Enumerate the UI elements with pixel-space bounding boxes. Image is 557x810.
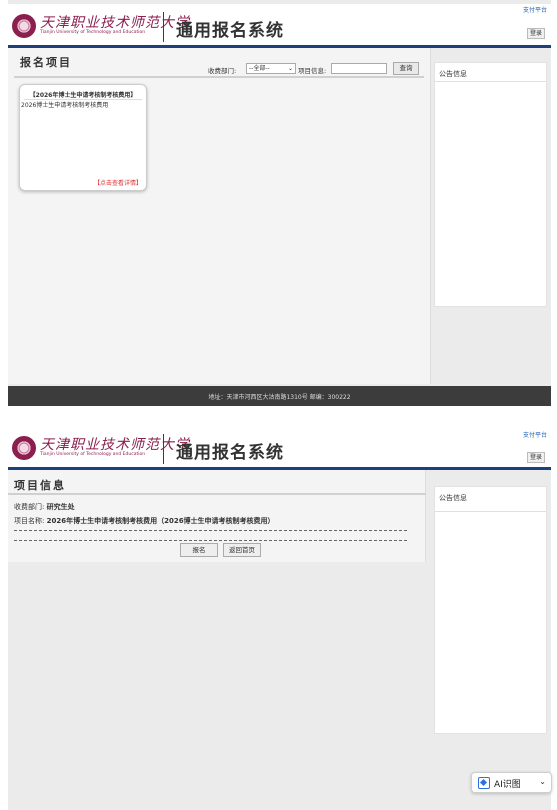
detail-page-header: 天津职业技术师范大学 Tianjin University of Technol… bbox=[8, 426, 551, 470]
logo-divider bbox=[163, 12, 164, 42]
detail-notice-title: 公告信息 bbox=[439, 494, 467, 502]
list-page-header: 天津职业技术师范大学 Tianjin University of Technol… bbox=[8, 4, 551, 48]
detail-section-title: 项目信息 bbox=[14, 479, 66, 492]
dashed-divider-top bbox=[14, 530, 407, 531]
payment-platform-link-2[interactable]: 支付平台 bbox=[523, 430, 547, 439]
detail-notice-rule bbox=[435, 511, 546, 512]
ai-scan-icon bbox=[478, 777, 490, 789]
university-seal-icon bbox=[12, 436, 36, 460]
logo-english-name: Tianjin University of Technology and Edu… bbox=[40, 30, 146, 35]
project-card-title: 【2026年博士生申请考核制考核费用】 bbox=[29, 92, 137, 99]
list-notice-rule bbox=[435, 81, 546, 82]
logo-english-name: Tianjin University of Technology and Edu… bbox=[40, 452, 146, 457]
system-title-2: 通用报名系统 bbox=[176, 443, 284, 463]
dashed-divider-bottom bbox=[14, 540, 407, 541]
logo-chinese-name: 天津职业技术师范大学 bbox=[40, 15, 190, 31]
department-label: 收费部门: bbox=[208, 67, 237, 75]
item-info-input[interactable] bbox=[331, 63, 387, 74]
register-button[interactable]: 报名 bbox=[180, 543, 218, 557]
detail-department-label: 收费部门: bbox=[14, 503, 45, 511]
footer-address: 地址：天津市河西区大沽南路1310号 邮编：300222 bbox=[208, 394, 351, 401]
logo-chinese-name: 天津职业技术师范大学 bbox=[40, 437, 190, 453]
chevron-down-icon[interactable]: ⌄ bbox=[539, 777, 546, 786]
detail-department-value: 研究生处 bbox=[46, 503, 75, 511]
login-button[interactable]: 登录 bbox=[527, 28, 545, 39]
university-logo[interactable]: 天津职业技术师范大学 Tianjin University of Technol… bbox=[12, 12, 189, 42]
ai-button-label: AI识图 bbox=[494, 780, 521, 790]
detail-notice-panel: 公告信息 bbox=[434, 486, 547, 734]
project-card-description: 2026博士生申请考核制考核费用 bbox=[21, 102, 109, 109]
item-name-info: 项目名称: 2026年博士生申请考核制考核费用（2026博士生申请考核制考核费用… bbox=[14, 516, 275, 526]
university-seal-icon bbox=[12, 14, 36, 38]
department-select[interactable]: --全部-- ⌄ bbox=[246, 63, 296, 74]
back-home-button[interactable]: 返回首页 bbox=[223, 543, 261, 557]
list-section-rule bbox=[14, 76, 424, 78]
payment-platform-link[interactable]: 支付平台 bbox=[523, 5, 547, 14]
page-footer: 地址：天津市河西区大沽南路1310号 邮编：300222 bbox=[8, 386, 551, 406]
list-notice-panel: 公告信息 bbox=[434, 62, 547, 307]
view-details-link[interactable]: 【点击查看详情】 bbox=[94, 178, 142, 187]
list-notice-title: 公告信息 bbox=[439, 70, 467, 78]
list-section-title: 报名项目 bbox=[20, 56, 72, 69]
project-card[interactable]: 【2026年博士生申请考核制考核费用】 2026博士生申请考核制考核费用 【点击… bbox=[19, 84, 147, 191]
system-title: 通用报名系统 bbox=[176, 21, 284, 41]
chevron-down-icon: ⌄ bbox=[287, 65, 293, 72]
detail-item-name-label: 项目名称: bbox=[14, 517, 45, 525]
detail-item-name-value: 2026年博士生申请考核制考核费用（2026博士生申请考核制考核费用） bbox=[46, 517, 275, 525]
detail-section-rule bbox=[8, 493, 426, 495]
university-logo-2[interactable]: 天津职业技术师范大学 Tianjin University of Technol… bbox=[12, 434, 189, 464]
login-button-2[interactable]: 登录 bbox=[527, 452, 545, 463]
logo-divider bbox=[163, 434, 164, 464]
search-button[interactable]: 查询 bbox=[393, 62, 419, 75]
department-info: 收费部门: 研究生处 bbox=[14, 502, 75, 512]
ai-image-recognition-button[interactable]: AI识图 ⌄ bbox=[471, 772, 552, 793]
item-info-label: 项目信息: bbox=[298, 67, 327, 75]
department-select-value: --全部-- bbox=[249, 65, 270, 72]
